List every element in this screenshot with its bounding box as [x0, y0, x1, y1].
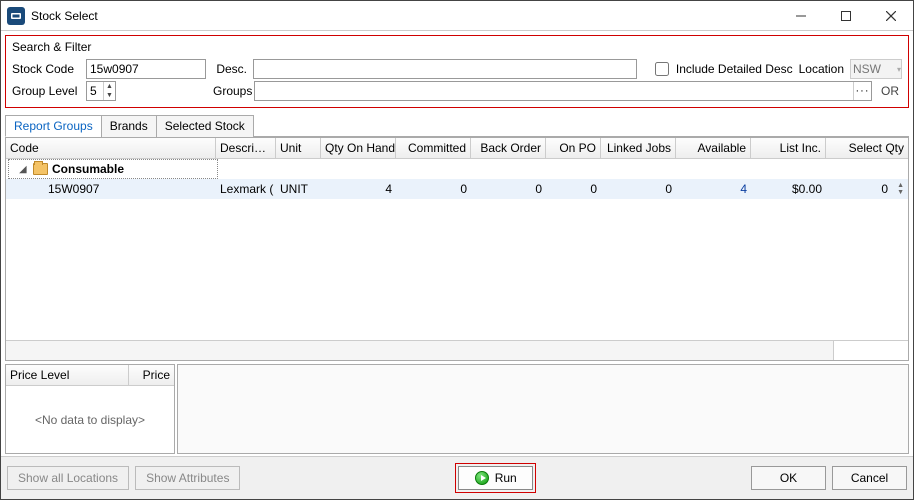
- cell-code: 15W0907: [6, 179, 216, 199]
- col-linked-jobs[interactable]: Linked Jobs: [601, 138, 676, 158]
- select-qty-value: 0: [881, 182, 888, 196]
- cell-on-po: 0: [546, 179, 601, 199]
- results-grid: Code Descri… Unit Qty On Hand Committed …: [5, 137, 909, 361]
- play-icon: [475, 471, 489, 485]
- close-icon: [886, 11, 896, 21]
- maximize-button[interactable]: [823, 1, 868, 31]
- tree-collapse-icon[interactable]: ◢: [17, 163, 29, 175]
- cell-list-inc: $0.00: [751, 179, 826, 199]
- col-select-qty[interactable]: Select Qty: [826, 138, 908, 158]
- include-detailed-label: Include Detailed Desc: [676, 62, 793, 76]
- col-code[interactable]: Code: [6, 138, 216, 158]
- cell-select-qty[interactable]: 0 ▲ ▼: [826, 179, 908, 199]
- cell-available[interactable]: 4: [676, 179, 751, 199]
- spinner-up-icon[interactable]: ▲: [104, 82, 115, 91]
- price-level-col[interactable]: Price Level: [6, 365, 129, 385]
- price-panel-empty: <No data to display>: [6, 386, 174, 453]
- search-filter-group: Search & Filter Stock Code Desc. Include…: [5, 35, 909, 108]
- price-level-panel: Price Level Price <No data to display>: [5, 364, 175, 454]
- groups-browse-button[interactable]: ···: [853, 82, 871, 100]
- groups-input[interactable]: [255, 82, 853, 100]
- grid-body: ◢ Consumable 15W0907 Lexmark ( UNIT 4 0 …: [6, 159, 908, 340]
- app-icon: [7, 7, 25, 25]
- cell-qty-on-hand: 4: [321, 179, 396, 199]
- chevron-down-icon: ▾: [897, 65, 901, 74]
- location-value: NSW: [853, 62, 881, 76]
- folder-icon: [33, 163, 48, 175]
- table-group-row[interactable]: ◢ Consumable: [6, 159, 908, 179]
- titlebar: Stock Select: [1, 1, 913, 31]
- col-description[interactable]: Descri…: [216, 138, 276, 158]
- desc-label: Desc.: [212, 62, 247, 76]
- run-button[interactable]: Run: [458, 466, 533, 490]
- cell-linked-jobs: 0: [601, 179, 676, 199]
- col-unit[interactable]: Unit: [276, 138, 321, 158]
- location-select[interactable]: NSW ▾: [850, 59, 902, 79]
- table-row[interactable]: 15W0907 Lexmark ( UNIT 4 0 0 0 0 4 $0.00…: [6, 179, 908, 199]
- cell-back-order: 0: [471, 179, 546, 199]
- group-level-label: Group Level: [12, 84, 80, 98]
- qty-down-icon[interactable]: ▼: [892, 189, 904, 196]
- include-detailed-checkbox[interactable]: Include Detailed Desc: [651, 59, 793, 79]
- grid-header: Code Descri… Unit Qty On Hand Committed …: [6, 138, 908, 159]
- col-on-po[interactable]: On PO: [546, 138, 601, 158]
- location-label: Location: [799, 62, 844, 76]
- show-all-locations-button[interactable]: Show all Locations: [7, 466, 129, 490]
- tabs: Report Groups Brands Selected Stock: [5, 114, 909, 137]
- groups-input-wrap: ···: [254, 81, 872, 101]
- grid-footer-slot: [833, 341, 908, 360]
- run-highlight: Run: [455, 463, 536, 493]
- qty-up-icon[interactable]: ▲: [892, 182, 904, 189]
- window-title: Stock Select: [31, 9, 98, 23]
- cell-committed: 0: [396, 179, 471, 199]
- details-panel: [177, 364, 909, 454]
- ok-button[interactable]: OK: [751, 466, 826, 490]
- price-col[interactable]: Price: [129, 365, 174, 385]
- close-button[interactable]: [868, 1, 913, 31]
- groups-label: Groups: [213, 84, 248, 98]
- group-level-value: 5: [90, 84, 97, 98]
- group-label: Consumable: [52, 162, 124, 176]
- minimize-icon: [796, 11, 806, 21]
- stock-code-input[interactable]: [86, 59, 206, 79]
- groups-or-label: OR: [878, 84, 902, 98]
- run-label: Run: [495, 471, 517, 485]
- col-back-order[interactable]: Back Order: [471, 138, 546, 158]
- group-level-spinner[interactable]: 5 ▲ ▼: [86, 81, 116, 101]
- grid-footer: [6, 340, 908, 360]
- cell-description: Lexmark (: [216, 179, 276, 199]
- col-qty-on-hand[interactable]: Qty On Hand: [321, 138, 396, 158]
- bottom-panels: Price Level Price <No data to display>: [5, 364, 909, 454]
- tab-selected-stock[interactable]: Selected Stock: [156, 115, 254, 137]
- col-list-inc[interactable]: List Inc.: [751, 138, 826, 158]
- stock-code-label: Stock Code: [12, 62, 80, 76]
- spinner-down-icon[interactable]: ▼: [104, 91, 115, 100]
- tab-report-groups[interactable]: Report Groups: [5, 115, 102, 137]
- stock-select-window: Stock Select Search & Filter Stock Code …: [0, 0, 914, 500]
- tab-brands[interactable]: Brands: [101, 115, 157, 137]
- col-available[interactable]: Available: [676, 138, 751, 158]
- desc-input[interactable]: [253, 59, 637, 79]
- minimize-button[interactable]: [778, 1, 823, 31]
- footer-bar: Show all Locations Show Attributes Run O…: [1, 456, 913, 499]
- search-filter-legend: Search & Filter: [12, 40, 902, 57]
- cell-unit: UNIT: [276, 179, 321, 199]
- include-detailed-input[interactable]: [655, 62, 669, 76]
- cancel-button[interactable]: Cancel: [832, 466, 907, 490]
- show-attributes-button[interactable]: Show Attributes: [135, 466, 240, 490]
- maximize-icon: [841, 11, 851, 21]
- col-committed[interactable]: Committed: [396, 138, 471, 158]
